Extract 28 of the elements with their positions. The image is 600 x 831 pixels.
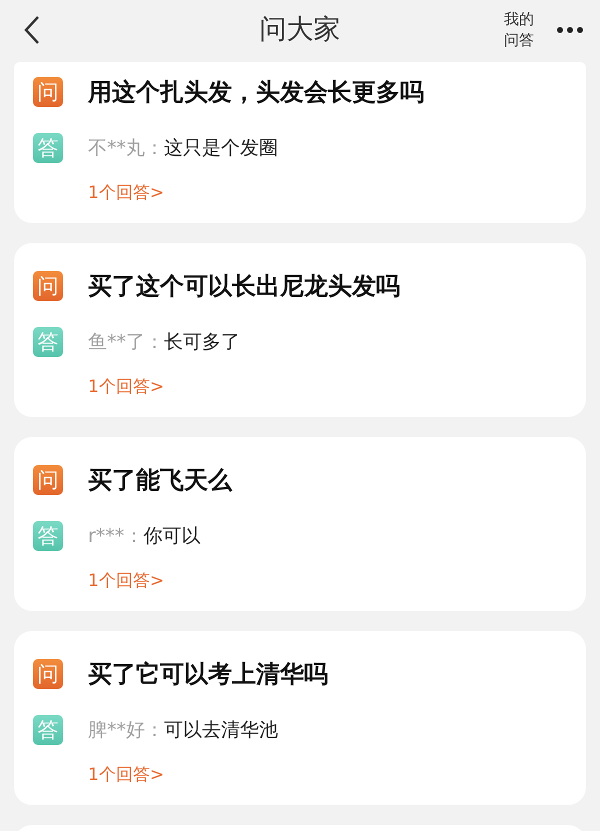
answer-user: r***： (88, 524, 144, 549)
answer-user: 鱼**了： (88, 330, 164, 355)
page-title: 问大家 (260, 14, 340, 45)
answer-badge: 答 (33, 715, 63, 745)
question-badge: 问 (33, 659, 63, 689)
more-icon[interactable] (556, 26, 584, 34)
answer-badge: 答 (33, 521, 63, 551)
question-text: 买了它可以考上清华吗 (88, 659, 328, 690)
answer-text: 长可多了 (164, 330, 240, 355)
answer-text: 你可以 (143, 524, 200, 549)
question-card[interactable]: 问 用这个扎头发，头发会长更多吗 答 不**丸：这只是个发圈 1个回答> (14, 62, 586, 223)
answer-badge: 答 (33, 133, 63, 163)
question-text: 买了能飞天么 (88, 465, 232, 496)
question-badge: 问 (33, 271, 63, 301)
question-card[interactable]: 问 买了能飞天么 答 r***：你可以 1个回答> (14, 437, 586, 611)
answer-badge: 答 (33, 327, 63, 357)
question-badge: 问 (33, 465, 63, 495)
question-card[interactable]: 问 买了它可以考上清华吗 答 脾**好：可以去清华池 1个回答> (14, 631, 586, 805)
answer-user: 脾**好： (88, 718, 164, 743)
answer-text: 这只是个发圈 (164, 136, 278, 161)
question-card[interactable]: 问 买了这个可以长出尼龙头发吗 答 鱼**了：长可多了 1个回答> (14, 243, 586, 417)
answer-text: 可以去清华池 (164, 718, 278, 743)
my-qa-button[interactable]: 我的 问答 (504, 9, 534, 51)
back-icon[interactable] (22, 15, 42, 45)
question-badge: 问 (33, 77, 63, 107)
answer-user: 不**丸： (88, 136, 164, 161)
question-text: 买了这个可以长出尼龙头发吗 (88, 271, 400, 302)
question-text: 用这个扎头发，头发会长更多吗 (88, 77, 424, 108)
